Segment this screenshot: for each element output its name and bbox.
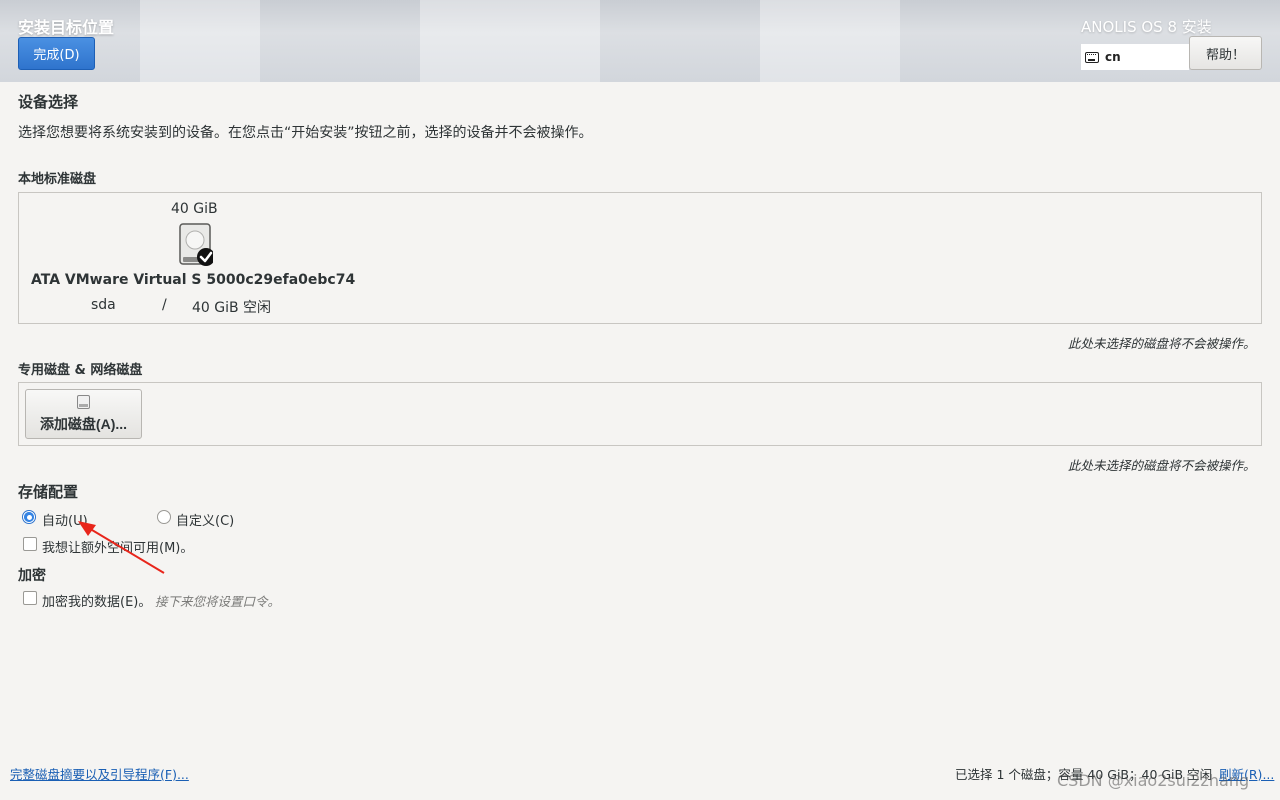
storage-config-heading: 存储配置 (18, 483, 79, 501)
disk-name: ATA VMware Virtual S 5000c29efa0ebc74 (31, 272, 356, 288)
watermark: CSDN @xiao2sui2zhang (1057, 771, 1250, 790)
encrypt-checkbox[interactable] (23, 591, 37, 605)
annotation-arrow-icon (78, 521, 165, 574)
encryption-heading: 加密 (18, 568, 46, 584)
product-title: ANOLIS OS 8 安装 (1081, 18, 1212, 36)
local-disks-heading: 本地标准磁盘 (18, 172, 97, 187)
disk-icon (77, 395, 90, 409)
header-bar: 安装目标位置 完成(D) ANOLIS OS 8 安装 cn 帮助！ (0, 0, 1280, 82)
extra-space-checkbox[interactable] (23, 537, 37, 551)
encrypt-label[interactable]: 加密我的数据(E)。 (42, 591, 151, 610)
device-selection-description: 选择您想要将系统安装到的设备。在您点击“开始安装”按钮之前，选择的设备并不会被操… (18, 125, 593, 141)
device-selection-heading: 设备选择 (18, 93, 79, 111)
help-button[interactable]: 帮助！ (1189, 36, 1262, 70)
page-title: 安装目标位置 (18, 18, 115, 37)
add-disk-button[interactable]: 添加磁盘(A)... (25, 389, 142, 439)
add-disk-label: 添加磁盘(A)... (39, 416, 128, 432)
specialized-disks-panel: 添加磁盘(A)... (18, 382, 1262, 446)
full-disk-summary-link[interactable]: 完整磁盘摘要以及引导程序(F)... (10, 764, 189, 783)
encrypt-hint: 接下来您将设置口令。 (155, 594, 281, 609)
header-decoration (140, 0, 260, 82)
keyboard-icon (1085, 51, 1099, 63)
hard-disk-checked-icon (179, 223, 213, 266)
disk-size: 40 GiB (171, 201, 218, 217)
keyboard-layout-label: cn (1105, 50, 1121, 64)
local-disks-panel: 40 GiB ATA VMware Virtual S 5000c29efa0e… (18, 192, 1262, 324)
disk-device: sda (91, 297, 116, 313)
done-button[interactable]: 完成(D) (18, 37, 95, 70)
local-disks-note: 此处未选择的磁盘将不会被操作。 (1068, 336, 1256, 351)
disk-free-space: 40 GiB 空闲 (192, 300, 272, 316)
specialized-disks-heading: 专用磁盘 & 网络磁盘 (18, 363, 143, 378)
radio-automatic[interactable] (22, 510, 36, 524)
keyboard-layout-indicator[interactable]: cn (1081, 44, 1189, 70)
disk-separator: / (162, 297, 167, 313)
header-decoration (420, 0, 600, 82)
header-decoration (760, 0, 900, 82)
disk-item-sda[interactable]: 40 GiB ATA VMware Virtual S 5000c29efa0e… (31, 201, 361, 319)
specialized-disks-note: 此处未选择的磁盘将不会被操作。 (1068, 458, 1256, 473)
radio-custom-label[interactable]: 自定义(C) (176, 510, 234, 529)
